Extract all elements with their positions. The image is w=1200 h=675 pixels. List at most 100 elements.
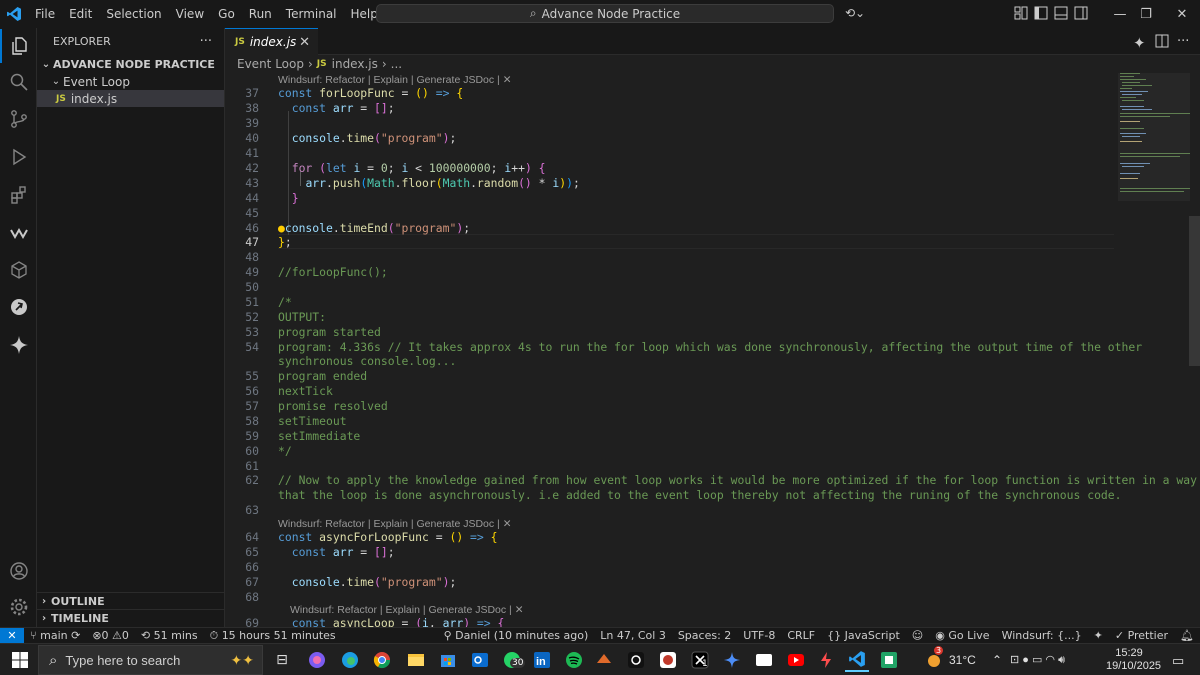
close-tab-icon[interactable]: ✕	[299, 35, 310, 50]
remote-indicator-icon[interactable]: ✕	[0, 627, 24, 644]
menu-file[interactable]: File	[28, 0, 62, 28]
remote-explorer-icon[interactable]	[0, 290, 37, 324]
menu-run[interactable]: Run	[242, 0, 279, 28]
tab-index-js[interactable]: JS index.js ✕	[225, 28, 318, 55]
windows-start-icon[interactable]	[8, 648, 32, 672]
windsurf-status[interactable]: Windsurf: {...}	[996, 629, 1088, 642]
account-icon[interactable]	[0, 554, 37, 588]
editor-more-icon[interactable]: ···	[1177, 34, 1189, 49]
customize-layout-icon[interactable]	[1014, 6, 1030, 20]
app-icon-red[interactable]	[656, 648, 680, 672]
code-line: 54 program: 4.336s // It takes approx 4s …	[225, 340, 1142, 355]
breadcrumb-symbols[interactable]: ...	[391, 57, 402, 71]
settings-gear-icon[interactable]	[0, 590, 37, 624]
line-number: 63	[245, 503, 259, 517]
taskbar-search[interactable]: ⌕ Type here to search ✦✦	[38, 645, 263, 675]
outlook-icon[interactable]	[468, 648, 492, 672]
toggle-secondary-sidebar-icon[interactable]	[1074, 6, 1090, 20]
chevron-right-icon: ›	[381, 57, 387, 71]
svg-text:in: in	[536, 656, 546, 668]
whatsapp-icon[interactable]: 30	[500, 648, 526, 672]
copilot-status-icon[interactable]: ☺	[906, 629, 929, 642]
gemini-icon[interactable]	[720, 648, 744, 672]
app-icon-bolt[interactable]	[814, 648, 838, 672]
line-number: 64	[245, 530, 259, 544]
explorer-icon[interactable]	[0, 29, 37, 63]
minimap[interactable]	[1118, 73, 1190, 627]
lightbulb-icon[interactable]: ●	[278, 221, 285, 235]
editor-tabs: JS index.js ✕ ✦ ···	[225, 28, 1200, 55]
menu-selection[interactable]: Selection	[99, 0, 168, 28]
toggle-sidebar-icon[interactable]	[1034, 6, 1050, 20]
ai-sparkle-icon[interactable]: ✦	[1133, 34, 1146, 52]
cursor-position[interactable]: Ln 47, Col 3	[594, 629, 672, 642]
tray-chevron-up-icon[interactable]: ⌃	[992, 653, 1002, 667]
folder-event-loop[interactable]: ⌄ Event Loop	[37, 73, 224, 90]
spotify-icon[interactable]	[562, 648, 586, 672]
app-icon-white[interactable]	[752, 648, 776, 672]
code-line: 40 console.time("program");	[225, 131, 1115, 146]
timeline-section[interactable]: › TIMELINE	[37, 609, 225, 626]
search-icon[interactable]	[0, 65, 37, 99]
session-timer[interactable]: ⏱ 15 hours 51 minutes	[204, 629, 342, 643]
code-line: 62// Now to apply the knowledge gained f…	[225, 473, 1197, 488]
source-control-icon[interactable]	[0, 102, 37, 136]
chrome-icon[interactable]	[370, 648, 394, 672]
app-icon-orange[interactable]	[592, 648, 616, 672]
clock[interactable]: 15:29 19/10/2025	[1106, 647, 1161, 673]
package-icon[interactable]	[0, 253, 37, 287]
youtube-icon[interactable]	[784, 648, 808, 672]
edge-icon[interactable]	[338, 648, 362, 672]
tray-icons[interactable]: ⊡ ● ▭ ◠ 🔊︎	[1010, 653, 1065, 667]
command-center-search[interactable]: ⌕ Advance Node Practice	[376, 4, 834, 23]
weather-icon[interactable]: 3	[922, 646, 946, 672]
linkedin-icon[interactable]: in	[530, 648, 554, 672]
windsurf-icon[interactable]	[0, 216, 37, 250]
copilot-app-icon[interactable]	[305, 648, 329, 672]
copilot-icon[interactable]: ⟲⌄	[845, 6, 865, 20]
notifications-bell-icon[interactable]: 🔔︎	[1174, 629, 1200, 642]
line-number: 56	[245, 384, 259, 398]
js-file-icon: JS	[56, 93, 66, 104]
vertical-scrollbar[interactable]	[1189, 216, 1200, 366]
outline-section[interactable]: › OUTLINE	[37, 592, 225, 609]
task-view-icon[interactable]: ⊟	[270, 648, 294, 672]
encoding[interactable]: UTF-8	[737, 629, 781, 642]
x-twitter-icon[interactable]: 1	[688, 648, 712, 672]
run-debug-icon[interactable]	[0, 140, 37, 174]
split-editor-icon[interactable]	[1155, 34, 1169, 52]
prettier-status[interactable]: ✓ Prettier	[1109, 629, 1174, 642]
code-line: 42 for (let i = 0; i < 100000000; i++) {	[225, 161, 1115, 176]
gemini-sparkle-icon[interactable]	[0, 328, 37, 362]
ai-sparkle-icon[interactable]: ✦	[1088, 629, 1109, 642]
line-ending[interactable]: CRLF	[781, 629, 821, 642]
code-editor[interactable]: Windsurf: Refactor | Explain | Generate …	[225, 73, 1200, 627]
time-tracker[interactable]: ⟲ 51 mins	[135, 629, 204, 642]
restore-icon[interactable]: ❐	[1126, 0, 1166, 28]
breadcrumb-folder[interactable]: Event Loop	[237, 57, 304, 71]
menu-view[interactable]: View	[169, 0, 211, 28]
problems-status[interactable]: ⊗0 ⚠0	[86, 629, 135, 642]
notification-center-icon[interactable]: ▭	[1172, 653, 1184, 669]
indentation[interactable]: Spaces: 2	[672, 629, 737, 642]
project-folder[interactable]: ⌄ ADVANCE NODE PRACTICE	[37, 56, 224, 73]
branch-status[interactable]: ⑂ main ⟳	[24, 629, 86, 642]
toggle-panel-icon[interactable]	[1054, 6, 1070, 20]
temperature[interactable]: 31°C	[949, 653, 976, 667]
app-icon-dark[interactable]	[624, 648, 648, 672]
breadcrumb-file[interactable]: index.js	[332, 57, 378, 71]
file-explorer-icon[interactable]	[404, 648, 428, 672]
menu-terminal[interactable]: Terminal	[279, 0, 344, 28]
store-icon[interactable]	[436, 648, 460, 672]
more-actions-icon[interactable]: ···	[200, 34, 212, 49]
git-blame[interactable]: ⚲ Daniel (10 minutes ago)	[438, 629, 595, 642]
extensions-icon[interactable]	[0, 178, 37, 212]
close-window-icon[interactable]: ✕	[1162, 0, 1200, 28]
go-live[interactable]: ◉ Go Live	[929, 629, 995, 642]
file-index-js[interactable]: JS index.js	[37, 90, 224, 107]
vscode-taskbar-icon[interactable]	[845, 648, 869, 672]
app-icon-green[interactable]	[877, 648, 901, 672]
language-mode[interactable]: {} JavaScript	[821, 629, 906, 642]
menu-go[interactable]: Go	[211, 0, 242, 28]
menu-edit[interactable]: Edit	[62, 0, 99, 28]
